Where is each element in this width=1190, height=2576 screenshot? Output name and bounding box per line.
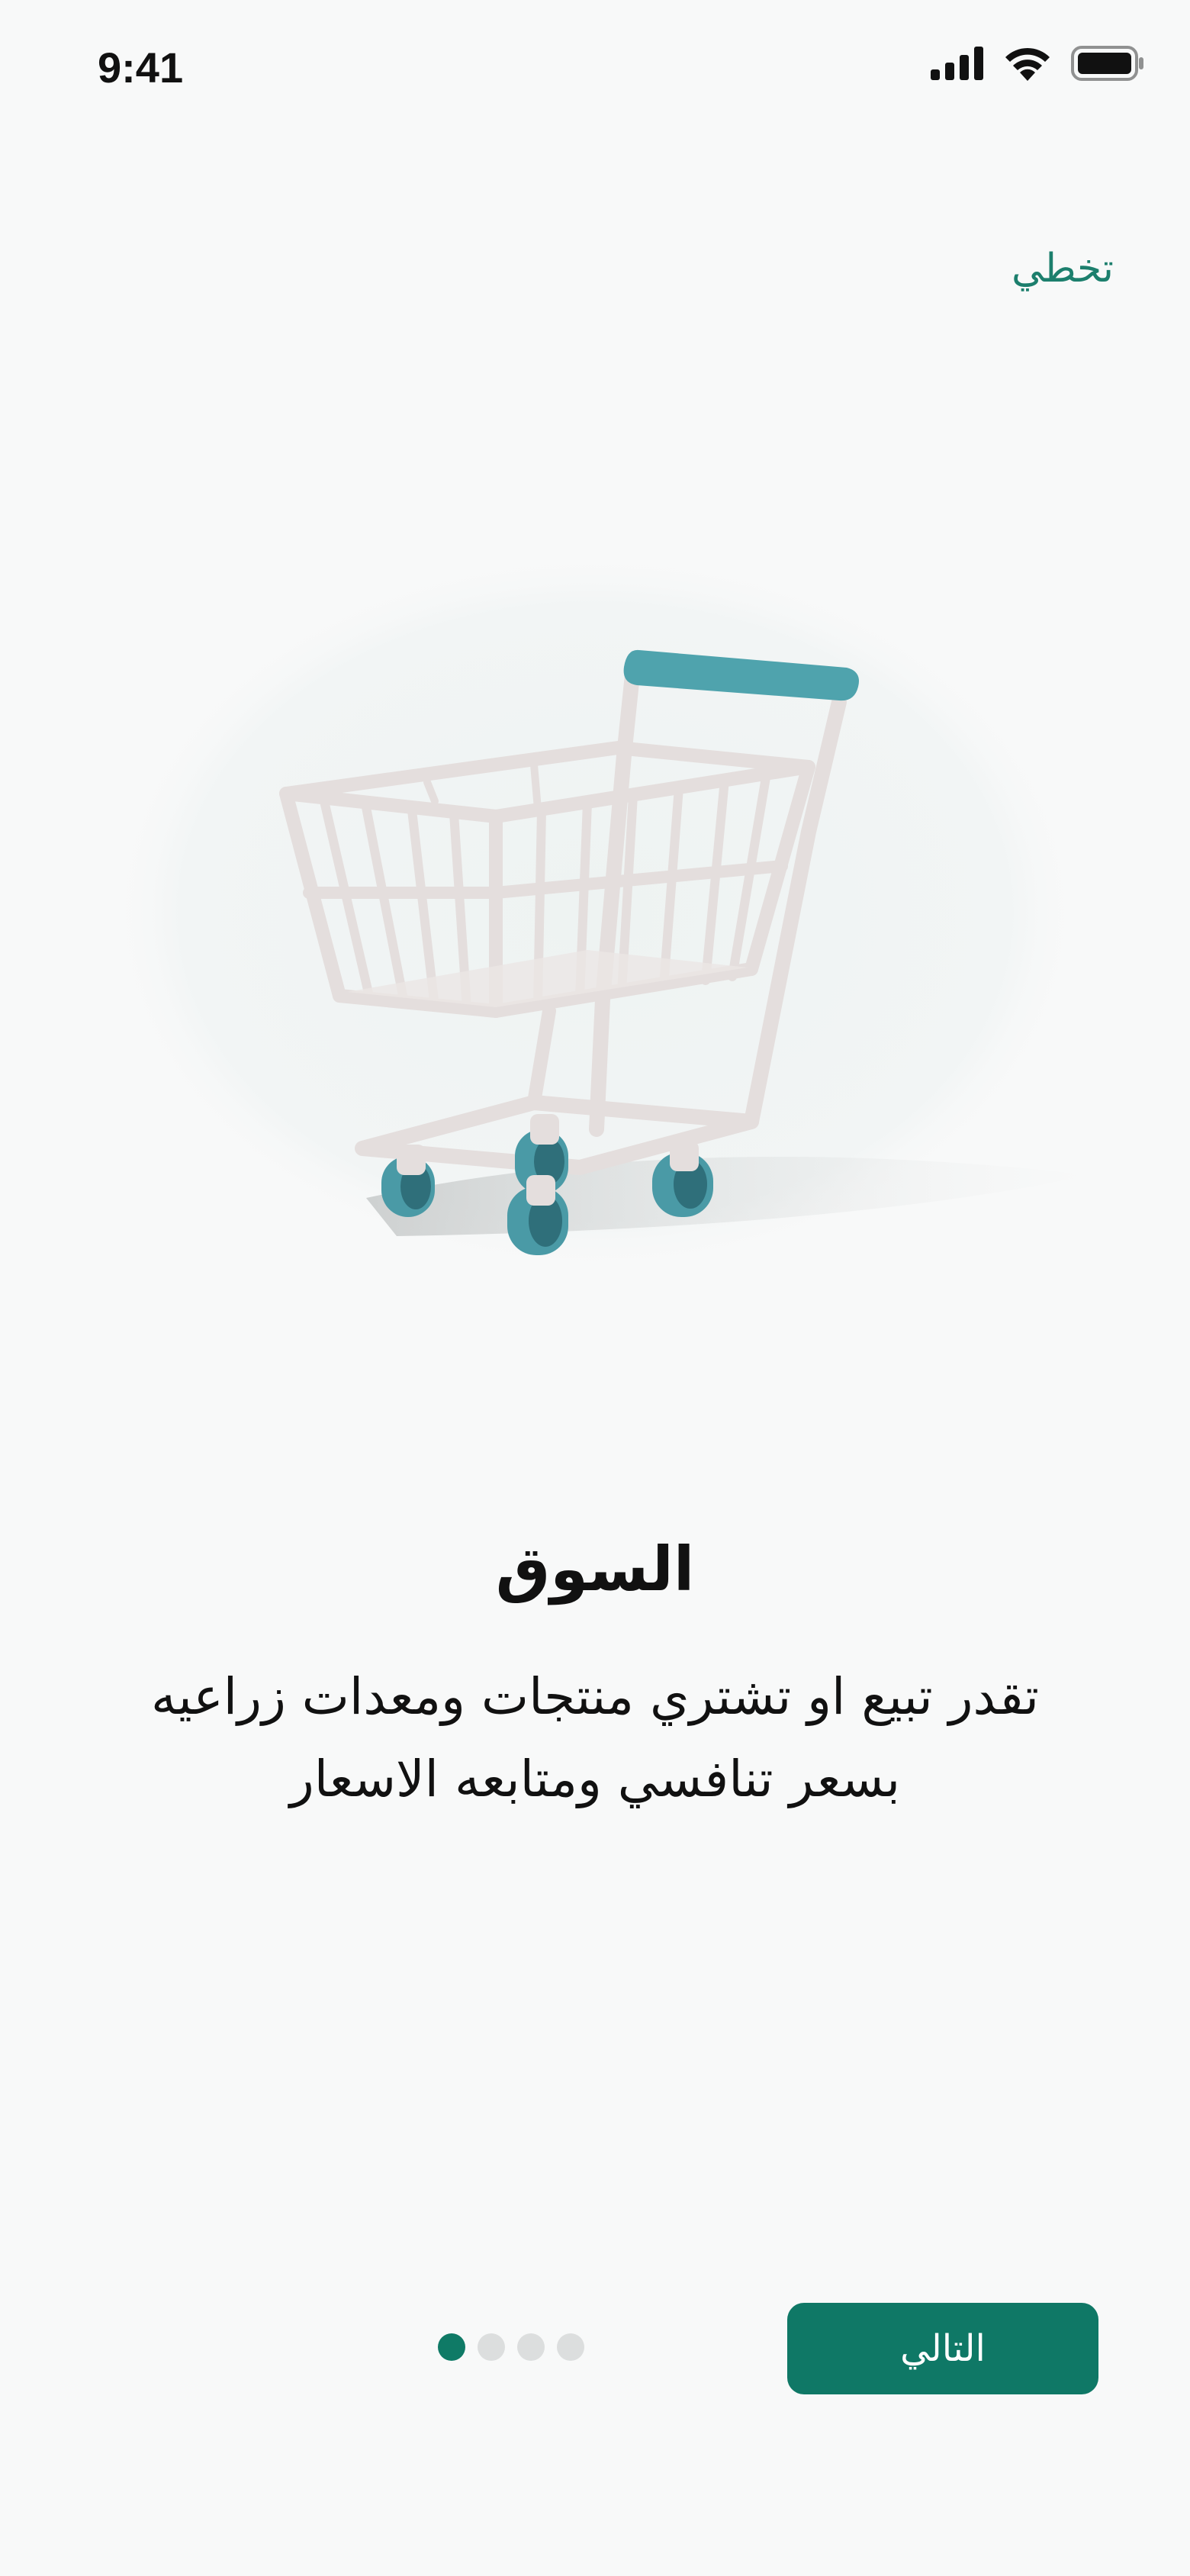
signal-icon bbox=[931, 47, 983, 80]
wifi-icon bbox=[1005, 47, 1050, 81]
shopping-cart-icon bbox=[107, 565, 1091, 1274]
page-dot bbox=[557, 2333, 584, 2361]
page-dot bbox=[517, 2333, 545, 2361]
onboarding-title: السوق bbox=[495, 1534, 695, 1605]
page-dot bbox=[478, 2333, 505, 2361]
status-time: 9:41 bbox=[98, 43, 184, 92]
next-button[interactable]: التالي bbox=[787, 2303, 1098, 2394]
onboarding-description: تقدر تبيع او تشتري منتجات ومعدات زراعيه … bbox=[151, 1667, 1039, 1808]
page-dot-active bbox=[438, 2333, 465, 2361]
skip-button[interactable]: تخطي bbox=[1011, 246, 1114, 291]
status-icons bbox=[931, 46, 1144, 81]
onboarding-screen: 9:41 تخطي السوق تقدر تبيع او تشتري منتجا… bbox=[0, 0, 1190, 2576]
battery-icon bbox=[1071, 46, 1143, 81]
page-indicator bbox=[438, 2333, 584, 2361]
